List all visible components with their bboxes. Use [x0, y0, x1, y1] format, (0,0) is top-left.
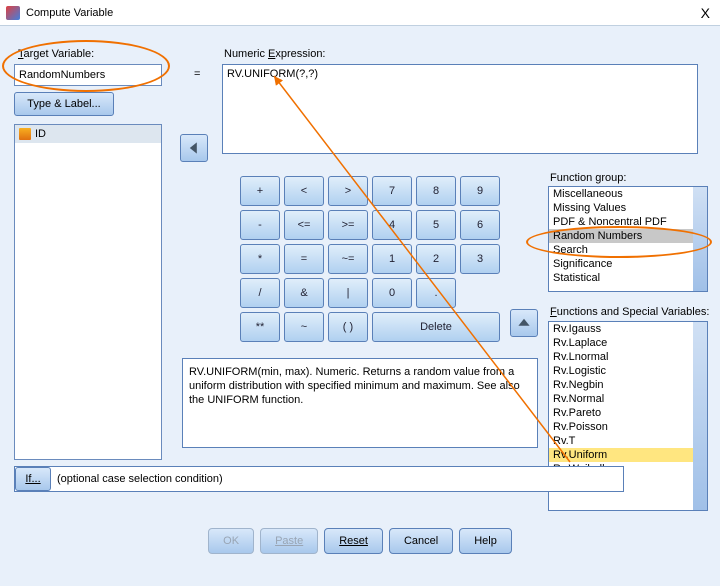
key-delete[interactable]: Delete [372, 312, 500, 342]
function-item[interactable]: Rv.Poisson [549, 420, 707, 434]
key-minus[interactable]: - [240, 210, 280, 240]
if-condition-row: If... (optional case selection condition… [14, 466, 624, 492]
key-and[interactable]: & [284, 278, 324, 308]
function-group-item[interactable]: Missing Values [549, 201, 707, 215]
scrollbar[interactable] [693, 187, 707, 291]
arrow-right-icon [187, 141, 201, 155]
window-title: Compute Variable [26, 7, 697, 19]
move-to-expression-button[interactable] [180, 134, 208, 162]
function-item[interactable]: Rv.Logistic [549, 364, 707, 378]
key-3[interactable]: 3 [460, 244, 500, 274]
function-group-list[interactable]: MiscellaneousMissing ValuesPDF & Noncent… [548, 186, 708, 292]
key-plus[interactable]: + [240, 176, 280, 206]
key-ge[interactable]: >= [328, 210, 368, 240]
reset-button[interactable]: Reset [324, 528, 383, 554]
key-times[interactable]: * [240, 244, 280, 274]
functions-label: Functions and Special Variables: [550, 306, 709, 318]
function-item[interactable]: Rv.Pareto [549, 406, 707, 420]
function-group-item[interactable]: Search [549, 243, 707, 257]
key-paren[interactable]: ( ) [328, 312, 368, 342]
key-5[interactable]: 5 [416, 210, 456, 240]
variable-list[interactable]: ID [14, 124, 162, 460]
paste-button[interactable]: Paste [260, 528, 318, 554]
equals-sign: = [194, 68, 200, 80]
key-or[interactable]: | [328, 278, 368, 308]
arrow-up-icon [517, 316, 531, 330]
if-button[interactable]: If... [15, 467, 51, 491]
function-group-item[interactable]: Statistical [549, 271, 707, 285]
target-variable-label: Target Variable: [18, 48, 94, 60]
key-le[interactable]: <= [284, 210, 324, 240]
function-group-item[interactable]: Significance [549, 257, 707, 271]
dialog-content: Target Variable: Type & Label... = Numer… [0, 26, 720, 560]
close-icon[interactable]: X [697, 5, 714, 21]
function-item[interactable]: Rv.T [549, 434, 707, 448]
key-7[interactable]: 7 [372, 176, 412, 206]
function-group-item[interactable]: PDF & Noncentral PDF [549, 215, 707, 229]
dialog-buttons: OK Paste Reset Cancel Help [0, 528, 720, 554]
key-div[interactable]: / [240, 278, 280, 308]
if-condition-text: (optional case selection condition) [57, 473, 223, 485]
key-1[interactable]: 1 [372, 244, 412, 274]
function-group-item[interactable]: Random Numbers [549, 229, 707, 243]
key-6[interactable]: 6 [460, 210, 500, 240]
function-group-item[interactable]: Miscellaneous [549, 187, 707, 201]
insert-function-button[interactable] [510, 309, 538, 337]
function-item[interactable]: Rv.Igauss [549, 322, 707, 336]
key-8[interactable]: 8 [416, 176, 456, 206]
function-item[interactable]: Rv.Laplace [549, 336, 707, 350]
key-ne[interactable]: ~= [328, 244, 368, 274]
cancel-button[interactable]: Cancel [389, 528, 453, 554]
key-gt[interactable]: > [328, 176, 368, 206]
function-description: RV.UNIFORM(min, max). Numeric. Returns a… [182, 358, 538, 448]
variable-row[interactable]: ID [15, 125, 161, 143]
key-lt[interactable]: < [284, 176, 324, 206]
function-item[interactable]: Rv.Uniform [549, 448, 707, 462]
type-and-label-button[interactable]: Type & Label... [14, 92, 114, 116]
key-pow[interactable]: ** [240, 312, 280, 342]
key-dot[interactable]: . [416, 278, 456, 308]
function-item[interactable]: Rv.Negbin [549, 378, 707, 392]
key-9[interactable]: 9 [460, 176, 500, 206]
function-group-label: Function group: [550, 172, 626, 184]
variable-name: ID [35, 128, 46, 140]
key-0[interactable]: 0 [372, 278, 412, 308]
help-button[interactable]: Help [459, 528, 512, 554]
scrollbar[interactable] [693, 322, 707, 510]
scale-icon [19, 128, 31, 140]
function-item[interactable]: Rv.Normal [549, 392, 707, 406]
numeric-expression-input[interactable] [222, 64, 698, 154]
key-2[interactable]: 2 [416, 244, 456, 274]
numeric-expression-label: Numeric Expression: [224, 48, 326, 60]
key-not[interactable]: ~ [284, 312, 324, 342]
calculator-keypad: + < > 7 8 9 - <= >= 4 5 6 * = ~= 1 2 3 /… [240, 176, 500, 342]
title-bar: Compute Variable X [0, 0, 720, 26]
key-eq[interactable]: = [284, 244, 324, 274]
target-variable-input[interactable] [14, 64, 162, 86]
ok-button[interactable]: OK [208, 528, 254, 554]
function-item[interactable]: Rv.Lnormal [549, 350, 707, 364]
key-4[interactable]: 4 [372, 210, 412, 240]
app-icon [6, 6, 20, 20]
